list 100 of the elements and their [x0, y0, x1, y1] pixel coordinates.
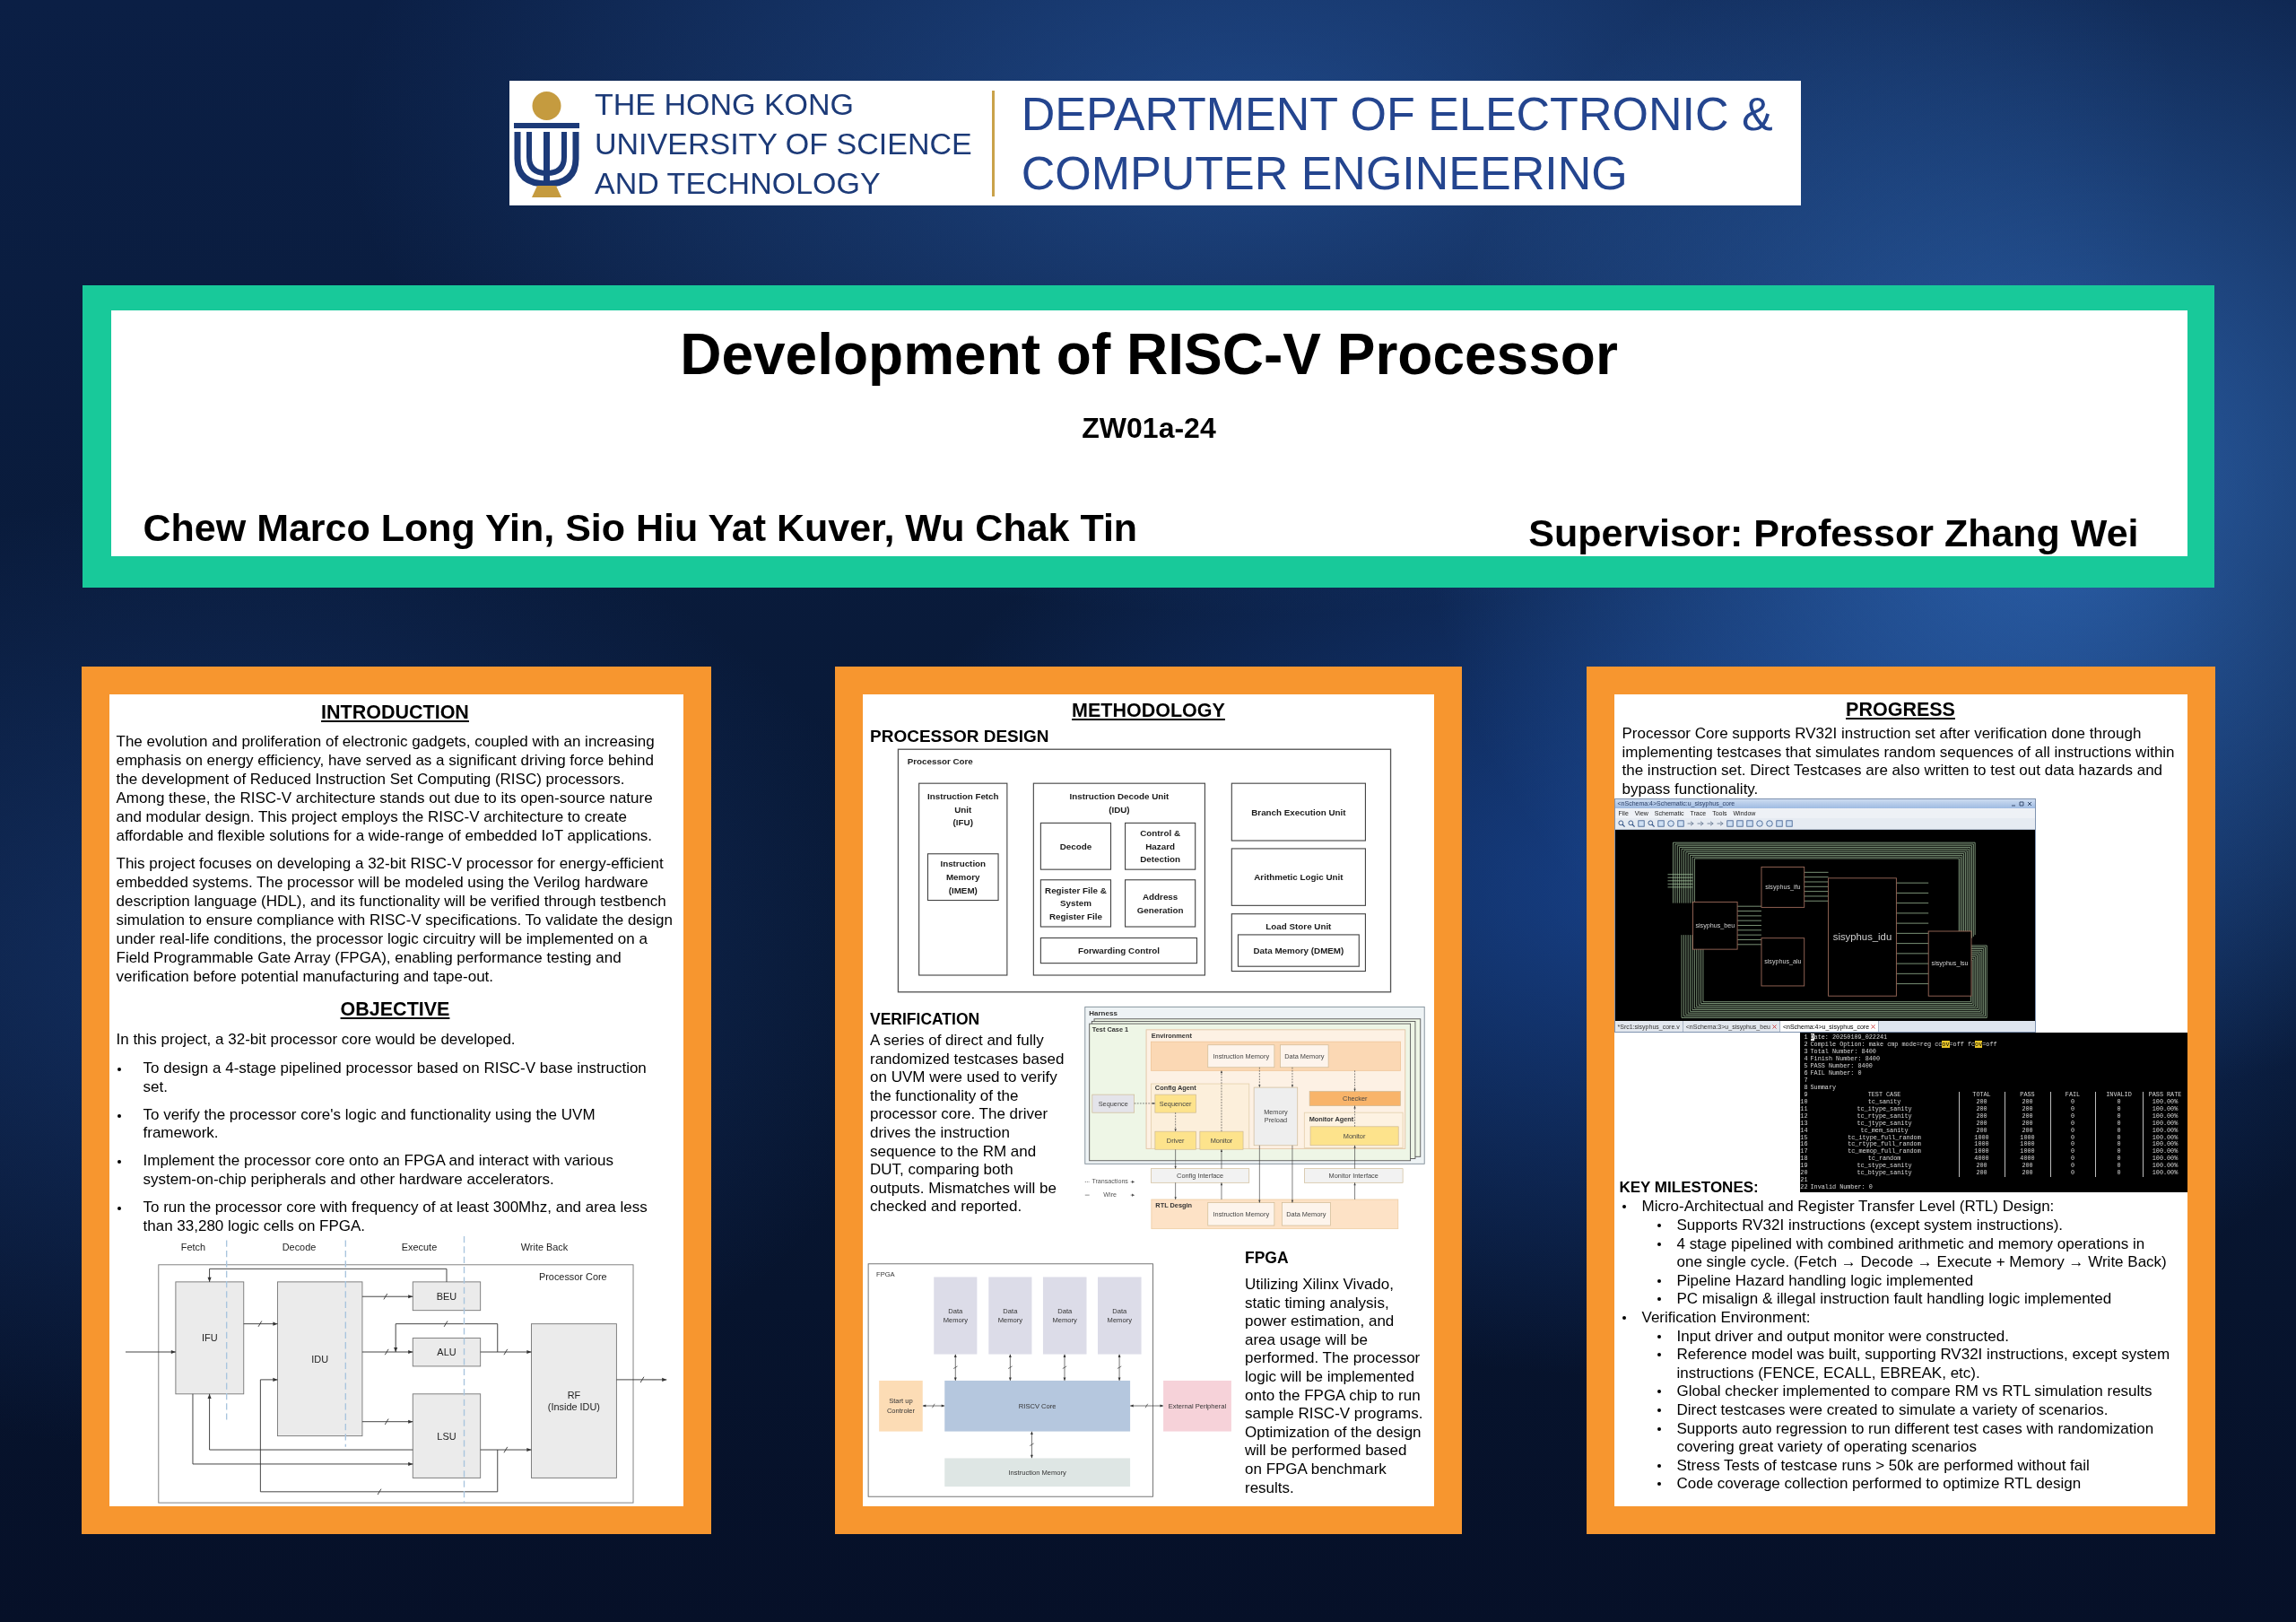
close-icon[interactable]	[1871, 1024, 1876, 1029]
bullet-icon	[117, 1067, 121, 1071]
stage-label: Execute	[401, 1242, 437, 1253]
paragraph: Processor Core supports RV32I instruction set after verification done through implementing testcases that simulates random sequences of all instructions within the instruction set. Direct Testcases are also written to test out data hazards and bypass functionality.	[1622, 725, 2176, 799]
section-heading: PROGRESS	[1846, 698, 1955, 722]
unit-block: Register File & System Register File	[1039, 879, 1112, 928]
diagram-block: Driver	[1154, 1130, 1196, 1150]
square-icon[interactable]	[1657, 820, 1665, 828]
square-icon[interactable]	[1676, 820, 1684, 828]
list-item: 4 stage pipelined with combined arithmetic and memory operations in one single cycle. (Fetch → Decode → Execute + Memory → Write Back)	[1676, 1234, 2168, 1272]
unit-block: Arithmetic Logic Unit	[1231, 848, 1366, 906]
frame-label: Processor Core	[538, 1270, 607, 1282]
section-heading: OBJECTIVE	[340, 997, 450, 1022]
connector-arrow	[1353, 1105, 1356, 1128]
circle-icon[interactable]	[1755, 820, 1763, 828]
department-name: DEPARTMENT OF ELECTRONIC & COMPUTER ENGINEERING	[1021, 86, 1773, 201]
poster-title: Development of RISC-V Processor	[680, 321, 1618, 388]
diagram-block: Sequencer	[1154, 1094, 1196, 1113]
arrow-icon[interactable]	[1706, 820, 1714, 828]
connector-arrow	[1007, 1354, 1013, 1382]
list-item: To run the processor core with frequency of at least 300Mhz, and area less than 33,280 logic cells on FPGA.	[143, 1199, 648, 1236]
arrow-icon[interactable]	[1686, 820, 1694, 828]
bullet-icon	[1657, 1334, 1661, 1339]
connector-arrow	[1029, 1431, 1034, 1459]
diagram-block: Config Interface	[1151, 1168, 1250, 1183]
square-icon[interactable]	[1637, 820, 1645, 828]
region-label: Harness	[1089, 1009, 1118, 1018]
bullet-icon	[1657, 1482, 1661, 1487]
arrow-icon[interactable]	[1696, 820, 1704, 828]
connector-arrow	[1117, 1354, 1122, 1382]
frame-label: FPGA	[876, 1269, 895, 1278]
bullet-icon	[117, 1160, 121, 1164]
connector-arrow	[1353, 1145, 1356, 1169]
connector-arrow	[1129, 1403, 1164, 1408]
bullet-icon	[1657, 1426, 1661, 1431]
unit-block: Decode	[1039, 822, 1112, 870]
bullet-icon	[1657, 1463, 1661, 1468]
bullet-icon	[117, 1113, 121, 1118]
subsection-heading: KEY MILESTONES:	[1619, 1179, 1759, 1198]
paragraph: The evolution and proliferation of electronic gadgets, coupled with an increasing emphasis on energy efficiency, have served as a significant driving force behind the development of Reduced Instruction Set Computing (RISC) processors. Among these, the RISC-V architecture stands out due to its open-source nature and modular design. This project employs the RISC-V architecture to create affordable and flexible solutions for a wide-range of embedded IoT applications.	[116, 733, 656, 846]
region-label: RTL Desgin	[1155, 1201, 1193, 1210]
diagram-block: Data Memory	[1098, 1277, 1142, 1355]
pipeline-block: BEU	[412, 1281, 481, 1312]
paragraph: In this project, a 32-bit processor core would be developed.	[116, 1030, 517, 1050]
square-icon[interactable]	[1726, 820, 1734, 828]
maximize-icon[interactable]	[2018, 801, 2024, 807]
diagram-block: Instruction Memory	[1207, 1202, 1275, 1226]
diagram-block: RISCV Core	[944, 1380, 1131, 1432]
diagram-block: Data Memory	[1042, 1277, 1087, 1355]
connector-arrow	[1062, 1354, 1067, 1382]
subsection-heading: PROCESSOR DESIGN	[870, 726, 1049, 747]
bullet-icon	[1657, 1297, 1661, 1302]
connector-arrow	[1174, 1182, 1177, 1200]
diagram-block: Monitor	[1309, 1126, 1399, 1147]
list-item: Supports auto regression to run different test cases with randomization covering great variety of operating scenarios	[1676, 1419, 2155, 1457]
square-icon[interactable]	[1735, 820, 1744, 828]
unit-block: Address Generation	[1125, 879, 1196, 928]
close-icon[interactable]	[2026, 801, 2032, 807]
diagram-block: Data Memory	[988, 1277, 1032, 1355]
circle-icon[interactable]	[1666, 820, 1674, 828]
magnifier-icon[interactable]	[1617, 820, 1625, 828]
section-heading: METHODOLOGY	[1072, 699, 1225, 723]
stage-label: Fetch	[180, 1242, 205, 1253]
diagram-block: Monitor Interface	[1304, 1168, 1404, 1183]
connector-arrow	[922, 1403, 945, 1408]
list-item: Pipeline Hazard handling logic implemented	[1676, 1271, 1975, 1291]
magnifier-icon[interactable]	[1627, 820, 1635, 828]
region-label: Config Agent	[1154, 1084, 1196, 1093]
pipeline-block: LSU	[412, 1393, 481, 1478]
bullet-icon	[1622, 1315, 1626, 1320]
diagram-block: External Peripheral	[1163, 1380, 1231, 1432]
connector-arrow	[242, 1320, 278, 1328]
magnifier-icon[interactable]	[1647, 820, 1655, 828]
connector-arrow	[1258, 1145, 1261, 1203]
close-icon[interactable]	[1771, 1024, 1777, 1029]
diagram-block: Monitor	[1199, 1130, 1244, 1150]
bullet-icon	[1657, 1390, 1661, 1394]
connector-arrow	[1174, 1112, 1177, 1132]
arrow-icon[interactable]	[1716, 820, 1724, 828]
stage-label: Decode	[282, 1242, 316, 1253]
unit-label: Load Store Unit	[1265, 921, 1332, 932]
connector-arrow	[1353, 1070, 1356, 1092]
list-item: Input driver and output monitor were constructed.	[1676, 1327, 2010, 1347]
university-name: THE HONG KONG UNIVERSITY OF SCIENCE AND TECHNOLOGY	[595, 85, 972, 202]
diagram-block: Data Memory	[1280, 1044, 1329, 1068]
square-icon[interactable]	[1785, 820, 1793, 828]
circle-icon[interactable]	[1765, 820, 1773, 828]
connector-arrow	[1174, 1148, 1177, 1169]
paragraph: A series of direct and fully randomized testcases based on UVM were used to verify the functionality of the processor core. The driver drives the instruction sequence to the RM and DUT, comparing both outputs. Mismatches will be checked and reported.	[870, 1032, 1065, 1216]
connector-arrow	[125, 1349, 176, 1354]
connector-arrow	[1220, 1070, 1223, 1132]
connector-arrow	[1220, 1148, 1223, 1169]
bullet-icon	[1657, 1242, 1661, 1246]
list-item: PC misalign & illegal instruction fault handling logic implemented	[1676, 1290, 2113, 1309]
diagram-block: Instruction Memory	[944, 1458, 1131, 1487]
square-icon[interactable]	[1745, 820, 1753, 828]
project-code: ZW01a-24	[1082, 411, 1216, 445]
list-item: To verify the processor core's logic and functionality using the UVM framework.	[143, 1105, 596, 1144]
bullet-icon	[1657, 1278, 1661, 1283]
square-icon[interactable]	[1775, 820, 1783, 828]
